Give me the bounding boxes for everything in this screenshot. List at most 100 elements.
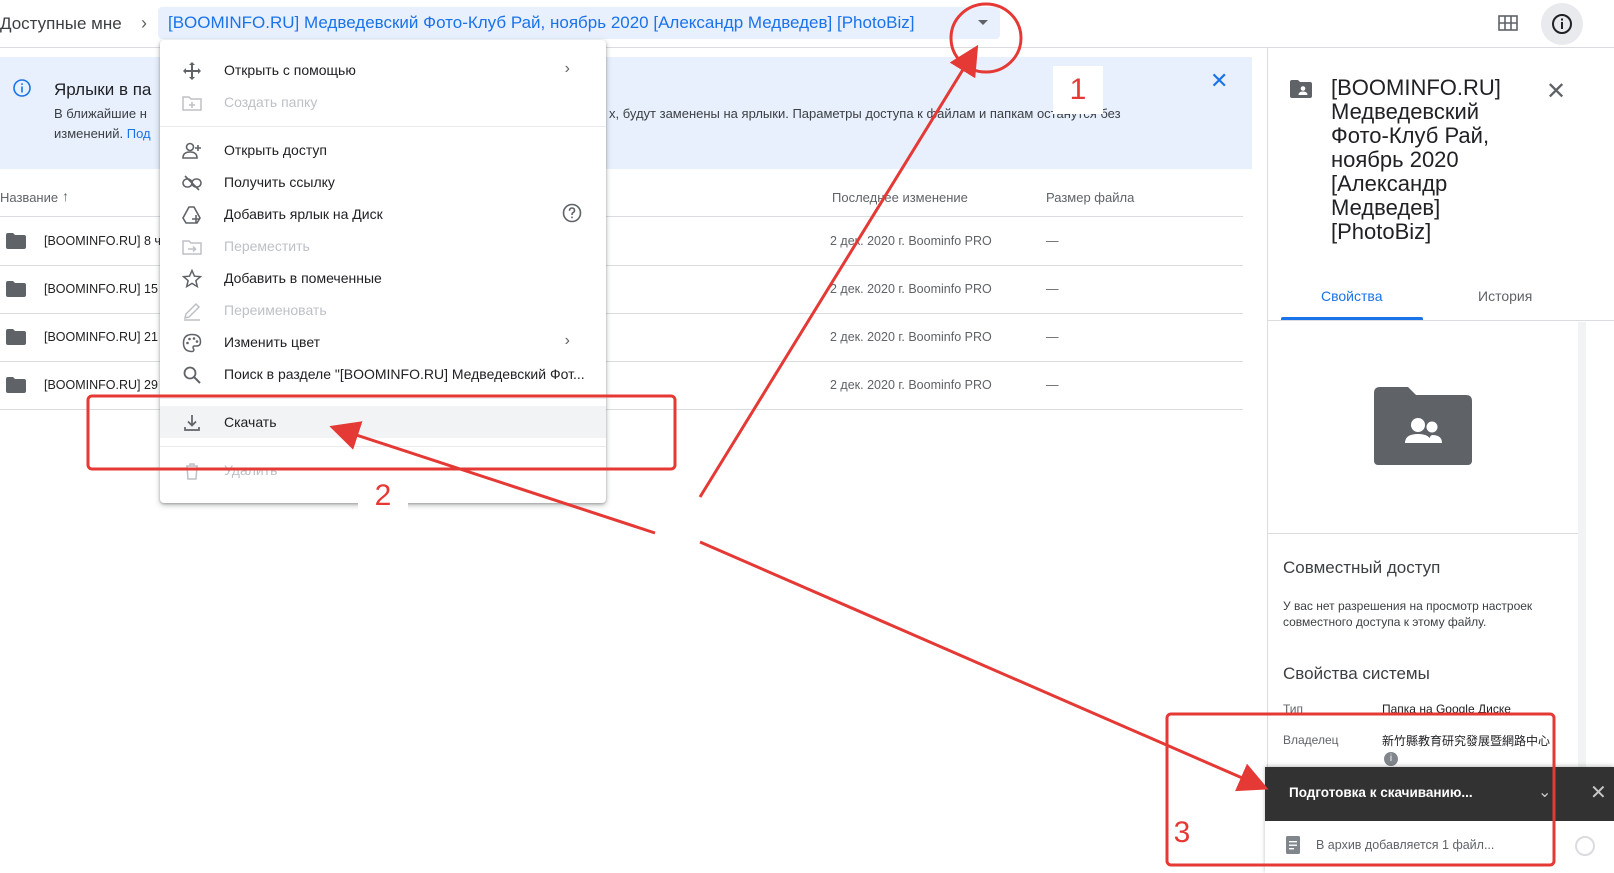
breadcrumb-root[interactable]: Доступные мне: [0, 14, 122, 34]
menu-item-label: Переименовать: [224, 302, 327, 318]
menu-item-change-color[interactable]: Изменить цвет ›: [160, 326, 606, 358]
preview-divider: [1268, 533, 1578, 534]
menu-separator: [160, 398, 606, 399]
download-toast: Подготовка к скачиванию... ⌄ ✕ В архив д…: [1265, 767, 1614, 873]
close-icon[interactable]: ✕: [1590, 780, 1607, 805]
menu-item-label: Добавить ярлык на Диск: [224, 206, 383, 222]
menu-item-label: Скачать: [224, 414, 277, 430]
property-type-value: Папка на Google Диске: [1382, 702, 1511, 716]
file-name: [BOOMINFO.RU] 21: [44, 330, 158, 344]
menu-item-share[interactable]: Открыть доступ: [160, 134, 606, 166]
menu-item-add-starred[interactable]: Добавить в помеченные: [160, 262, 606, 294]
sharing-section-title: Совместный доступ: [1283, 558, 1441, 577]
file-size: —: [1046, 234, 1059, 248]
menu-item-add-shortcut[interactable]: Добавить ярлык на Диск: [160, 198, 606, 230]
tab-history[interactable]: История: [1478, 288, 1532, 304]
create-folder-icon: [182, 96, 202, 111]
menu-item-label: Переместить: [224, 238, 310, 254]
menu-item-label: Создать папку: [224, 94, 318, 110]
link-icon: [182, 175, 202, 191]
menu-separator: [160, 126, 606, 127]
tabs-divider: [1268, 320, 1614, 321]
chevron-right-icon: ›: [564, 60, 570, 77]
menu-item-label: Изменить цвет: [224, 334, 321, 350]
toast-title: Подготовка к скачиванию...: [1289, 785, 1473, 800]
tab-properties[interactable]: Свойства: [1321, 288, 1382, 304]
toast-status: В архив добавляется 1 файл...: [1316, 838, 1495, 852]
file-name: [BOOMINFO.RU] 8 ч: [44, 234, 161, 248]
column-header-size[interactable]: Размер файла: [1046, 190, 1134, 205]
file-modified: 2 дек. 2020 г. Boominfo PRO: [830, 282, 992, 296]
document-icon: [1286, 836, 1300, 854]
context-menu: Открыть с помощью › Создать папку Открыт…: [160, 40, 606, 503]
info-icon: [13, 79, 31, 97]
sort-arrow-up-icon[interactable]: ↑: [62, 188, 69, 204]
file-size: —: [1046, 378, 1059, 392]
menu-item-label: Добавить в помеченные: [224, 270, 382, 286]
folder-icon: [6, 377, 26, 393]
close-icon[interactable]: ✕: [1546, 77, 1566, 106]
chevron-down-icon[interactable]: ⌄: [1538, 782, 1551, 802]
menu-item-label: Открыть с помощью: [224, 62, 356, 78]
banner-text-line2: изменений.: [54, 126, 124, 141]
banner-text: изменений. Под: [54, 126, 151, 141]
download-icon: [184, 415, 200, 431]
menu-item-search-in[interactable]: Поиск в разделе "[BOOMINFO.RU] Медведевс…: [160, 358, 606, 390]
annotation-number-2: 2: [358, 476, 408, 516]
menu-item-create-folder[interactable]: Создать папку: [160, 86, 606, 118]
move-to-folder-icon: [182, 240, 202, 255]
sharing-section-text: У вас нет разрешения на просмотр настрое…: [1283, 599, 1533, 629]
file-name: [BOOMINFO.RU] 15: [44, 282, 158, 296]
menu-item-download[interactable]: Скачать: [160, 406, 606, 438]
details-panel-title: [BOOMINFO.RU] Медведевский Фото-Клуб Рай…: [1331, 75, 1501, 244]
menu-item-move[interactable]: Переместить: [160, 230, 606, 262]
annotation-number-1: 1: [1053, 66, 1103, 114]
chevron-right-icon: ›: [564, 332, 570, 349]
menu-item-label: Удалить: [224, 462, 278, 478]
breadcrumb-chevron-icon: ›: [141, 13, 147, 33]
move-arrows-icon: [183, 62, 201, 80]
shared-folder-preview-icon: [1374, 387, 1472, 465]
property-type-label: Тип: [1283, 702, 1304, 716]
grid-view-icon[interactable]: [1498, 13, 1518, 33]
search-icon: [183, 366, 201, 384]
banner-details-link[interactable]: Под: [127, 126, 151, 141]
file-size: —: [1046, 282, 1059, 296]
details-panel-divider: [1267, 48, 1268, 873]
column-header-name[interactable]: Название: [0, 190, 58, 205]
menu-item-open-with[interactable]: Открыть с помощью ›: [160, 54, 606, 86]
caret-down-icon[interactable]: [978, 20, 988, 25]
menu-item-label: Получить ссылку: [224, 174, 335, 190]
banner-text: х, будут заменены на ярлыки. Параметры д…: [609, 106, 1121, 121]
file-modified: 2 дек. 2020 г. Boominfo PRO: [830, 378, 992, 392]
info-icon[interactable]: i: [1384, 752, 1398, 766]
menu-item-label: Поиск в разделе "[BOOMINFO.RU] Медведевс…: [224, 366, 585, 382]
folder-icon: [6, 281, 26, 297]
help-icon[interactable]: [562, 203, 582, 223]
menu-item-get-link[interactable]: Получить ссылку: [160, 166, 606, 198]
file-size: —: [1046, 330, 1059, 344]
star-icon: [182, 269, 202, 289]
banner-title: Ярлыки в па: [54, 80, 152, 99]
trash-icon: [186, 463, 198, 480]
info-icon: [1552, 14, 1572, 34]
banner-close-icon[interactable]: ✕: [1210, 68, 1228, 94]
file-modified: 2 дек. 2020 г. Boominfo PRO: [830, 234, 992, 248]
property-owner-label: Владелец: [1283, 733, 1339, 747]
drive-shortcut-icon: [182, 206, 201, 224]
shared-folder-icon: [1290, 80, 1312, 98]
menu-item-rename[interactable]: Переименовать: [160, 294, 606, 326]
column-header-modified[interactable]: Последнее изменение: [832, 190, 968, 205]
menu-separator: [160, 446, 606, 447]
add-person-icon: [182, 142, 201, 159]
banner-text: В ближайшие н: [54, 106, 147, 121]
annotation-number-3: 3: [1173, 816, 1191, 849]
system-properties-title: Свойства системы: [1283, 664, 1430, 683]
breadcrumb-current-folder[interactable]: [BOOMINFO.RU] Медведевский Фото-Клуб Рай…: [158, 7, 1000, 39]
folder-icon: [6, 233, 26, 249]
loading-spinner-icon: [1575, 836, 1595, 856]
pencil-icon: [183, 302, 201, 321]
folder-icon: [6, 329, 26, 345]
file-modified: 2 дек. 2020 г. Boominfo PRO: [830, 330, 992, 344]
details-info-button[interactable]: [1541, 3, 1583, 45]
